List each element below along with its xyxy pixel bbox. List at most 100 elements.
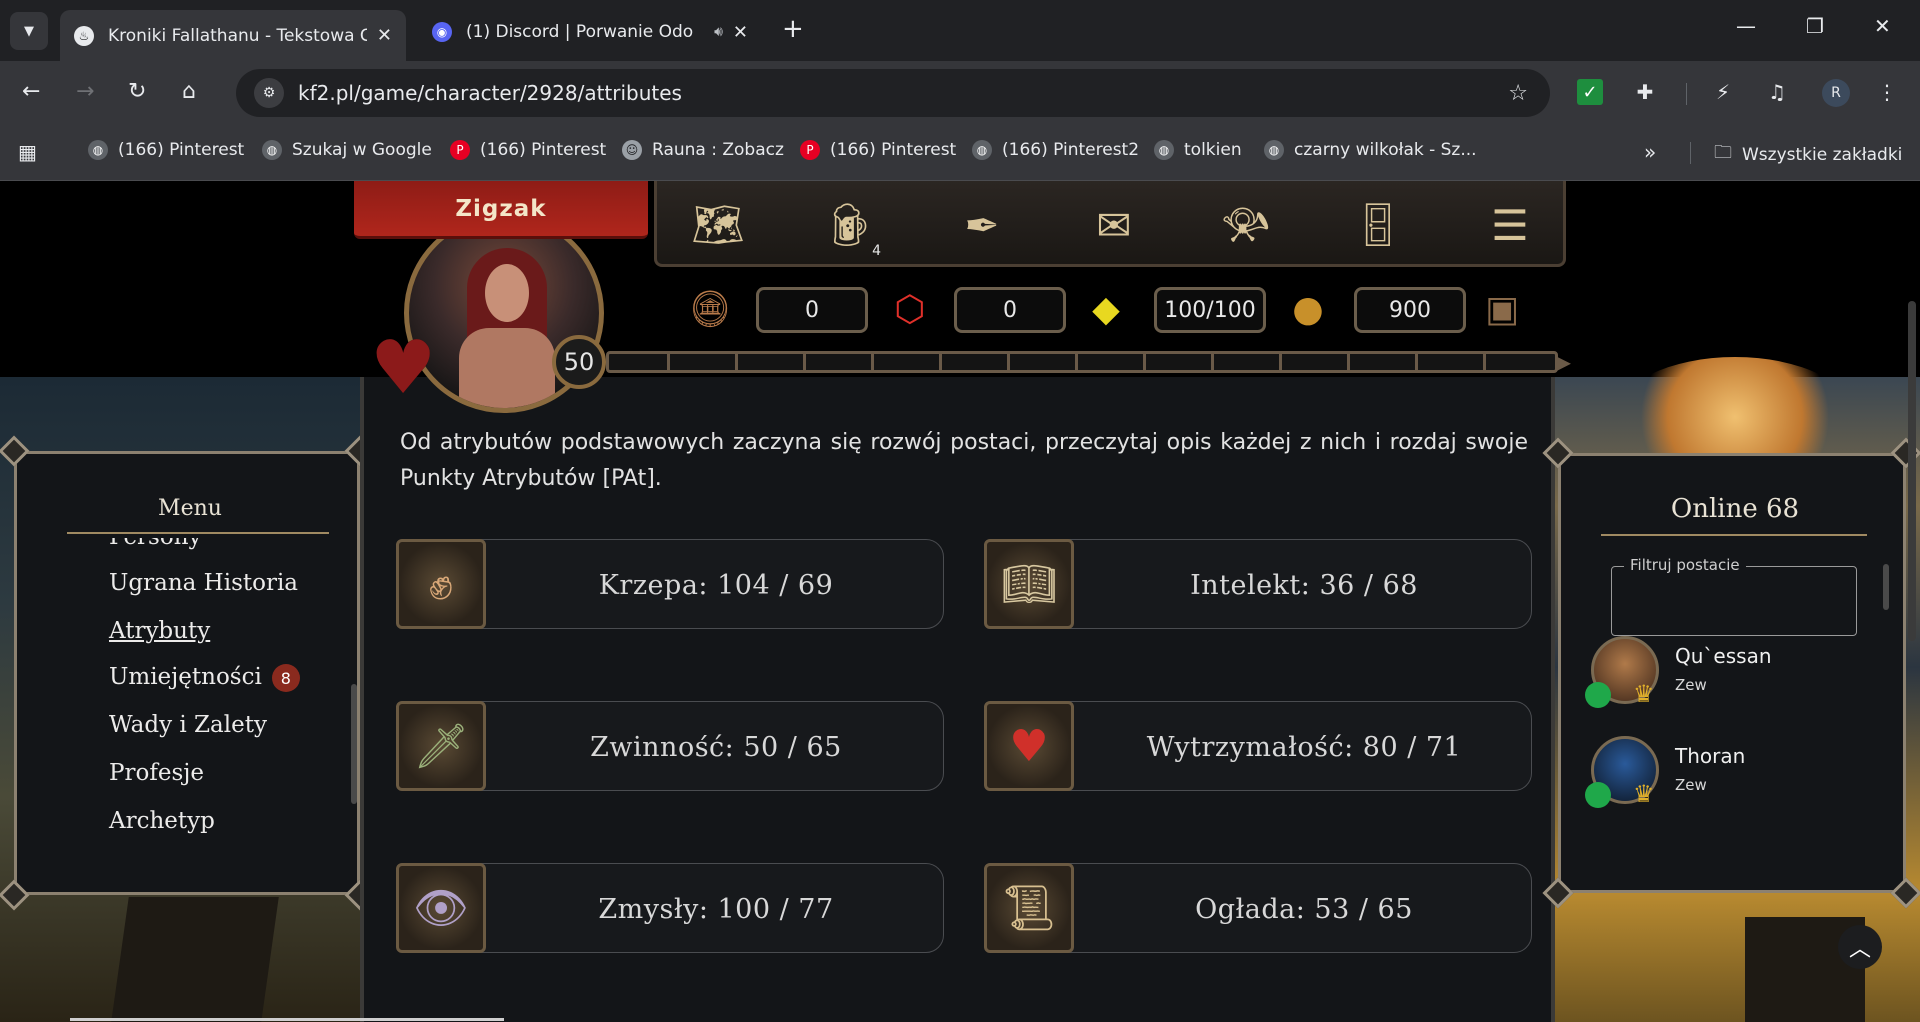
attribute-label: Krzepa: 104 / 69 [598, 569, 834, 601]
performance-icon[interactable]: ⚡ [1706, 75, 1740, 109]
book-icon: 📖︎ [984, 539, 1074, 629]
map-icon[interactable]: 🗺︎ [685, 197, 751, 253]
tavern-mug-icon[interactable]: 🍺︎ 4 [817, 197, 883, 259]
menu-item-profesje[interactable]: Profesje [109, 760, 204, 786]
online-player[interactable]: ♛ Qu`essan Zew [1585, 636, 1881, 716]
filter-characters-input[interactable] [1612, 567, 1856, 635]
online-scrollbar[interactable] [1883, 564, 1889, 610]
apps-grid-icon[interactable]: ▦ [18, 140, 37, 164]
all-bookmarks-folder[interactable]: 🗀 Wszystkie zakładki [1714, 140, 1902, 170]
bookmark-item[interactable]: ☺ Rauna : Zobacz [622, 140, 784, 160]
online-count-title: Online 68 [1670, 494, 1800, 524]
bookmark-divider [1690, 142, 1691, 164]
attribute-card-oglada[interactable]: 📜︎ Ogłada: 53 / 65 [984, 863, 1532, 953]
minimize-button[interactable]: — [1736, 14, 1756, 38]
chest-icon[interactable]: ▣ [1474, 281, 1530, 337]
attribute-card-zwinnosc[interactable]: 🗡︎ Zwinność: 50 / 65 [396, 701, 944, 791]
attribute-card-zmysly[interactable]: 👁︎ Zmysły: 100 / 77 [396, 863, 944, 953]
bookmark-label: tolkien [1184, 140, 1242, 160]
bookmark-item[interactable]: P (166) Pinterest [800, 140, 956, 160]
character-level: 50 [552, 335, 606, 389]
tab-search-button[interactable]: ▼ [10, 12, 48, 50]
attribute-label: Wytrzymałość: 80 / 71 [1146, 731, 1462, 763]
menu-divider [67, 532, 329, 534]
online-status-dot [1585, 782, 1611, 808]
extensions-puzzle-icon[interactable]: ✚ [1628, 75, 1662, 109]
attribute-label: Zmysły: 100 / 77 [598, 893, 834, 925]
chevron-up-icon: ︿ [1848, 937, 1871, 962]
heart-shield-icon: ♥ [984, 701, 1074, 791]
online-panel: Online 68 Filtruj postacie ♛ Qu`essan Ze… [1542, 437, 1920, 909]
crystal-icon: ⬡ [894, 288, 926, 330]
crown-icon: ♛ [1633, 780, 1655, 808]
attribute-label: Zwinność: 50 / 65 [590, 731, 842, 763]
more-bookmarks-icon[interactable]: » [1644, 140, 1656, 164]
browser-toolbar: ← → ↻ ⌂ ⚙ kf2.pl/game/character/2928/att… [0, 61, 1920, 126]
extension-check-icon[interactable]: ✓ [1577, 79, 1603, 105]
menu-scrollbar[interactable] [351, 684, 357, 804]
game-page: 🗺︎ 🍺︎ 4 ✒ ✉ 📯︎ 🚪︎ ☰ Zigzak ♥ 50 ▶ 🪙︎ 0 ⬡ … [0, 181, 1920, 1022]
menu-item-atrybuty[interactable]: Atrybuty [109, 618, 210, 644]
restore-button[interactable]: ❐ [1806, 14, 1824, 38]
gold-value: 900 [1354, 287, 1466, 333]
profile-avatar[interactable]: R [1822, 79, 1850, 107]
health-heart-icon: ♥ [370, 325, 437, 411]
dagger-icon: 🗡︎ [396, 701, 486, 791]
close-icon[interactable]: ✕ [377, 25, 392, 46]
new-tab-button[interactable]: + [782, 14, 804, 44]
reload-button[interactable]: ↻ [128, 79, 146, 104]
tab-discord[interactable]: ◉ (1) Discord | Porwanie Odo 🔊︎ ✕ [418, 10, 762, 54]
bookmarks-bar: ▦ ◍ (166) Pinterest ◍ Szukaj w Google P (16… [0, 126, 1920, 181]
bookmark-item[interactable]: ◍ Szukaj w Google [262, 140, 432, 160]
close-window-button[interactable]: ✕ [1874, 14, 1891, 38]
forward-button[interactable]: → [76, 79, 94, 104]
attribute-card-wytrzymalosc[interactable]: ♥ Wytrzymałość: 80 / 71 [984, 701, 1532, 791]
online-player[interactable]: ♛ Thoran Zew [1585, 736, 1881, 816]
globe-icon: ◍ [1154, 140, 1174, 160]
fist-icon: ✊︎ [396, 539, 486, 629]
attribute-card-krzepa[interactable]: ✊︎ Krzepa: 104 / 69 [396, 539, 944, 629]
bookmark-item[interactable]: ◍ (166) Pinterest [88, 140, 244, 160]
scroll-to-top-button[interactable]: ︿ [1838, 925, 1882, 969]
attribute-label: Ogłada: 53 / 65 [1195, 893, 1413, 925]
tab-kroniki[interactable]: ♨ Kroniki Fallathanu - Tekstowa G ✕ [60, 10, 406, 61]
bookmark-label: (166) Pinterest [830, 140, 957, 160]
hamburger-menu-icon[interactable]: ☰ [1477, 197, 1543, 253]
filter-characters-field[interactable]: Filtruj postacie [1611, 556, 1857, 636]
horn-icon[interactable]: 📯︎ [1213, 197, 1279, 253]
bookmark-item[interactable]: ◍ (166) Pinterest2 [972, 140, 1139, 160]
globe-icon: ◍ [972, 140, 992, 160]
menu-item-archetyp[interactable]: Archetyp [109, 808, 215, 834]
globe-icon: ◍ [88, 140, 108, 160]
attribute-card-intelekt[interactable]: 📖︎ Intelekt: 36 / 68 [984, 539, 1532, 629]
bookmark-star-icon[interactable]: ☆ [1508, 81, 1528, 106]
media-control-icon[interactable]: ♫ [1760, 75, 1794, 109]
address-bar[interactable]: ⚙ kf2.pl/game/character/2928/attributes … [236, 69, 1550, 117]
bookmark-item[interactable]: ◍ czarny wilkołak - Sz... [1264, 140, 1477, 160]
player-name: Qu`essan [1675, 644, 1772, 668]
url-text[interactable]: kf2.pl/game/character/2928/attributes [298, 81, 1508, 105]
bookmark-label: czarny wilkołak - Sz... [1294, 140, 1477, 160]
energy-crystal-icon: ◆ [1092, 288, 1120, 330]
speaker-icon[interactable]: 🔊︎ [714, 24, 723, 40]
quill-scroll-icon[interactable]: ✒ [949, 197, 1015, 253]
home-button[interactable]: ⌂ [182, 79, 196, 104]
kebab-menu-icon[interactable]: ⋮ [1870, 75, 1904, 109]
menu-item-umiejetnosci[interactable]: Umiejętności 8 [109, 664, 300, 692]
menu-item-persony[interactable]: Persony [109, 538, 202, 550]
coins-icon: 🪙︎ [687, 289, 733, 330]
bookmark-item[interactable]: ◍ tolkien [1154, 140, 1242, 160]
bookmark-label: Rauna : Zobacz [652, 140, 784, 160]
online-divider [1601, 534, 1867, 536]
progress-underline [70, 1018, 504, 1021]
letter-icon[interactable]: ✉ [1081, 197, 1147, 253]
barn-silhouette [111, 897, 279, 1022]
close-icon[interactable]: ✕ [733, 22, 748, 43]
site-info-icon[interactable]: ⚙ [254, 78, 284, 108]
page-scrollbar[interactable] [1908, 301, 1916, 641]
back-button[interactable]: ← [22, 79, 40, 104]
menu-item-ugrana-historia[interactable]: Ugrana Historia [109, 570, 298, 596]
door-icon[interactable]: 🚪︎ [1345, 197, 1411, 253]
menu-item-wady-i-zalety[interactable]: Wady i Zalety [109, 712, 267, 738]
bookmark-item[interactable]: P (166) Pinterest [450, 140, 606, 160]
